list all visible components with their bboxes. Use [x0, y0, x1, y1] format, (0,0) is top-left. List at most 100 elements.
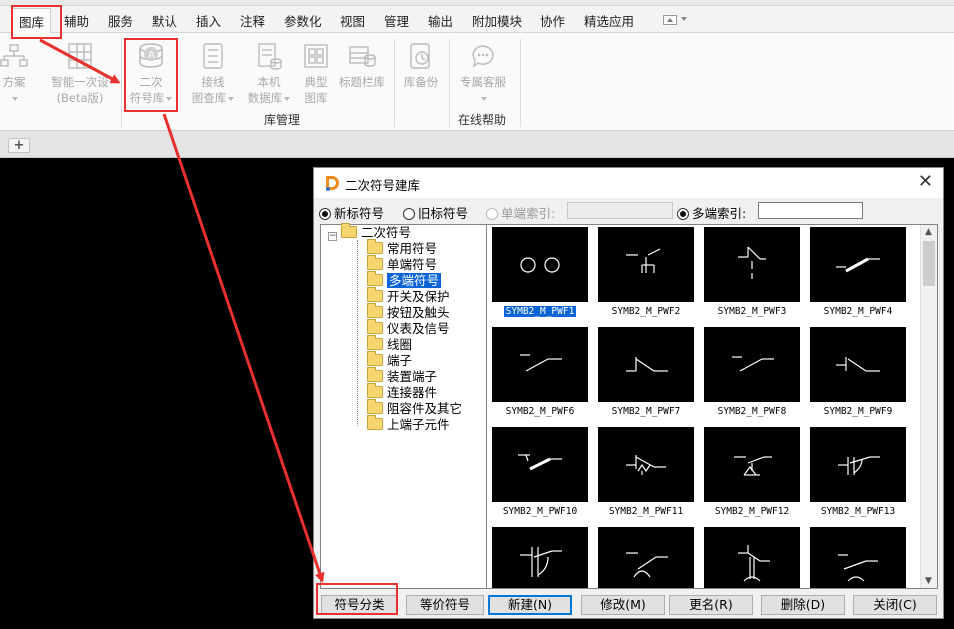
tree-item[interactable]: 上端子元件 — [367, 415, 450, 433]
tree-item[interactable]: 装置端子 — [367, 367, 438, 385]
group-label-library: 库管理 — [264, 113, 301, 127]
symbol-thumbnail[interactable]: SYMB2_M_PWF9 — [810, 327, 906, 417]
symbol-thumbnail[interactable]: SYMB2_M_PWF6 — [492, 327, 588, 417]
dialog-title: 二次符号建库 — [345, 178, 421, 193]
menu-tab-guanli[interactable]: 管理 — [384, 11, 409, 30]
ribbon-fangan-button[interactable]: 方案 — [0, 41, 34, 106]
symbol-name: SYMB2_M_PWF10 — [502, 506, 578, 517]
symbol-thumbnail[interactable] — [704, 527, 800, 588]
tree-item[interactable]: 常用符号 — [367, 239, 438, 257]
symbol-thumbnail[interactable]: SYMB2_M_PWF12 — [704, 427, 800, 517]
symbol-thumbnail[interactable] — [810, 527, 906, 588]
ribbon-options-caret-icon[interactable] — [681, 17, 687, 21]
symbol-thumbnail[interactable]: SYMB2_M_PWF1 — [492, 227, 588, 317]
menu-tab-charu[interactable]: 插入 — [196, 11, 221, 30]
symbol-thumbnail[interactable]: SYMB2_M_PWF3 — [704, 227, 800, 317]
secondary-symbol-dialog: 二次符号建库 ✕ 新标符号 旧标符号 单端索引: 多端索引: − 二次符号 常用… — [313, 167, 944, 619]
tree-item[interactable]: 阻容件及其它 — [367, 399, 462, 417]
ribbon-wiring-sublabel: 图查库 — [191, 91, 227, 105]
tree-item[interactable]: 连接器件 — [367, 383, 437, 401]
new-button[interactable]: 新建(N) — [488, 595, 572, 615]
ribbon-typical-sublabel: 图库 — [304, 91, 328, 105]
tree-item-label: 上端子元件 — [387, 417, 450, 432]
dialog-title-bar: 二次符号建库 ✕ — [314, 168, 943, 198]
dialog-close-button[interactable]: 关闭(C) — [853, 595, 937, 615]
symbol-name: SYMB2_M_PWF8 — [717, 406, 787, 417]
menu-tab-canshuhua[interactable]: 参数化 — [284, 11, 322, 30]
symbol-thumbnail[interactable]: SYMB2_M_PWF4 — [810, 227, 906, 317]
document-tab-strip: + — [0, 131, 954, 158]
folder-icon — [367, 255, 383, 270]
symbol-thumbnail[interactable]: SYMB2_M_PWF8 — [704, 327, 800, 417]
menu-tab-fuzhu[interactable]: 辅助 — [64, 11, 89, 30]
symbol-thumbnail[interactable] — [598, 527, 694, 588]
close-icon[interactable]: ✕ — [918, 172, 933, 192]
ribbon-typical-button[interactable]: 典型 图库 — [296, 41, 336, 106]
category-tree: − 二次符号 常用符号 单端符号 多端符号 开关及保护 按钮及触头 仪表及信号 … — [320, 223, 487, 589]
scroll-down-icon[interactable]: ▼ — [925, 576, 932, 586]
tree-collapse-icon[interactable]: − — [328, 232, 337, 241]
new-tab-button[interactable]: + — [8, 138, 30, 153]
radio-checked-icon — [319, 208, 331, 220]
ribbon-minimize-icon[interactable] — [663, 15, 677, 25]
tree-item-label: 单端符号 — [387, 257, 438, 272]
symbol-name: SYMB2_M_PWF3 — [717, 306, 787, 317]
symbol-thumbnail[interactable]: SYMB2_M_PWF13 — [810, 427, 906, 517]
menu-tab-fuwu[interactable]: 服务 — [108, 11, 133, 30]
tree-connector — [357, 240, 358, 426]
tree-item[interactable]: 按钮及触头 — [367, 303, 450, 321]
ribbon-backup-button[interactable]: 库备份 — [398, 41, 444, 90]
tree-item-label: 按钮及触头 — [387, 305, 450, 320]
radio-old-symbol[interactable]: 旧标符号 — [403, 203, 468, 222]
menu-tab-shitu[interactable]: 视图 — [340, 11, 365, 30]
menu-tab-moren[interactable]: 默认 — [152, 11, 177, 30]
modify-button[interactable]: 修改(M) — [581, 595, 665, 615]
menu-tab-fujia[interactable]: 附加模块 — [472, 11, 522, 30]
symbol-thumbnail[interactable]: SYMB2_M_PWF10 — [492, 427, 588, 517]
tree-item-label: 多端符号 — [387, 273, 442, 288]
symbol-thumbnail[interactable] — [492, 527, 588, 588]
tree-item[interactable]: 单端符号 — [367, 255, 438, 273]
delete-button[interactable]: 删除(D) — [761, 595, 845, 615]
radio-multi-index[interactable]: 多端索引: — [677, 203, 746, 222]
ribbon-titlebar-label: 标题栏库 — [339, 75, 385, 89]
tree-item[interactable]: 开关及保护 — [367, 287, 450, 305]
ribbon-smart-sublabel: (Beta版) — [56, 91, 104, 105]
ribbon-smart-button[interactable]: 智能一次设 (Beta版) — [42, 41, 118, 106]
ribbon-wiring-button[interactable]: 接线 图查库 — [188, 41, 238, 106]
ribbon-service-button[interactable]: 专属客服 — [454, 41, 512, 106]
titlebar-library-icon — [347, 41, 377, 71]
scrollbar-thumb[interactable] — [923, 241, 935, 286]
symbol-preview — [704, 227, 800, 302]
tree-item-selected[interactable]: 多端符号 — [367, 271, 442, 289]
grid-scrollbar[interactable]: ▲ ▼ — [920, 225, 937, 588]
symbol-preview — [598, 527, 694, 588]
tree-item[interactable]: 仪表及信号 — [367, 319, 450, 337]
radio-new-symbol[interactable]: 新标符号 — [319, 203, 384, 222]
tree-item-label: 装置端子 — [387, 369, 438, 384]
tree-item-label: 线圈 — [387, 337, 413, 352]
multi-index-input[interactable] — [758, 202, 863, 219]
symbol-preview — [492, 427, 588, 502]
scroll-up-icon[interactable]: ▲ — [925, 227, 932, 237]
menu-tab-jingxuan[interactable]: 精选应用 — [584, 11, 634, 30]
ribbon-titlebar-lib-button[interactable]: 标题栏库 — [336, 41, 388, 90]
open-folder-icon — [367, 271, 383, 286]
symbol-thumbnail[interactable]: SYMB2_M_PWF7 — [598, 327, 694, 417]
symbol-thumbnail[interactable]: SYMB2_M_PWF2 — [598, 227, 694, 317]
ribbon-local-db-button[interactable]: 本机 数据库 — [244, 41, 294, 106]
symbol-preview — [598, 227, 694, 302]
menu-tab-xiezuo[interactable]: 协作 — [540, 11, 565, 30]
equivalent-symbol-button[interactable]: 等价符号 — [406, 595, 484, 615]
menu-tab-zhushi[interactable]: 注释 — [240, 11, 265, 30]
radio-single-index[interactable]: 单端索引: — [486, 203, 555, 222]
annotation-highlight-secondary — [124, 38, 178, 112]
tree-item-label: 常用符号 — [387, 241, 438, 256]
single-index-input[interactable] — [567, 202, 673, 219]
symbol-thumbnail[interactable]: SYMB2_M_PWF11 — [598, 427, 694, 517]
menu-tab-shuchu[interactable]: 输出 — [428, 11, 453, 30]
ribbon-service-label: 专属客服 — [460, 75, 506, 89]
rename-button[interactable]: 更名(R) — [669, 595, 753, 615]
tree-root[interactable]: 二次符号 — [341, 223, 411, 241]
symbol-preview — [704, 327, 800, 402]
